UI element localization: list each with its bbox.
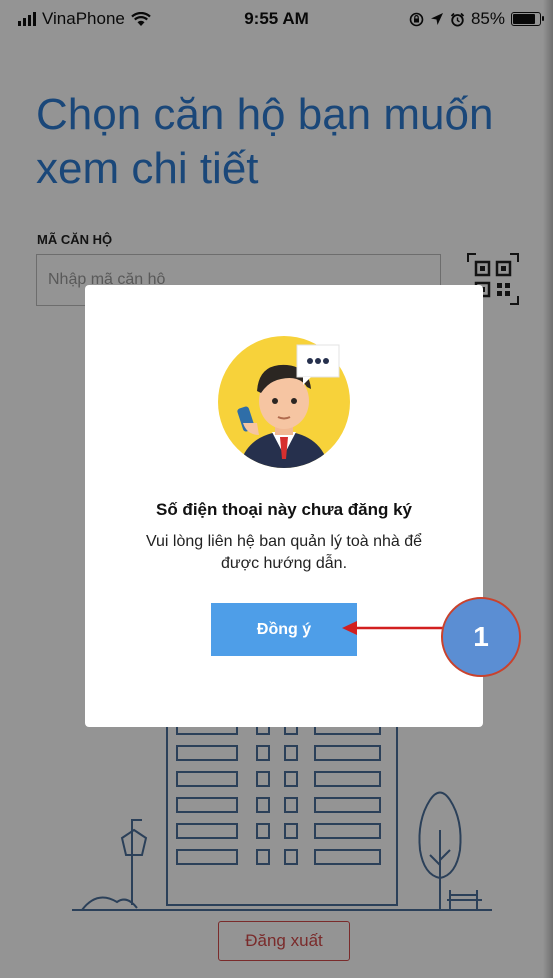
callout-arrow-icon bbox=[342, 621, 445, 635]
app-screen: VinaPhone 9:55 AM 85% Chọn căn hộ bạn mu… bbox=[0, 0, 553, 978]
agree-button[interactable]: Đồng ý bbox=[211, 603, 357, 656]
support-agent-avatar bbox=[218, 336, 350, 468]
dialog-title: Số điện thoại này chưa đăng ký bbox=[155, 500, 413, 519]
edge-shadow bbox=[543, 0, 553, 978]
dialog-message: Vui lòng liên hệ ban quản lý toà nhà để … bbox=[145, 533, 423, 572]
step-number-badge: 1 bbox=[441, 597, 521, 677]
alert-dialog: Số điện thoại này chưa đăng ký Vui lòng … bbox=[85, 285, 483, 727]
